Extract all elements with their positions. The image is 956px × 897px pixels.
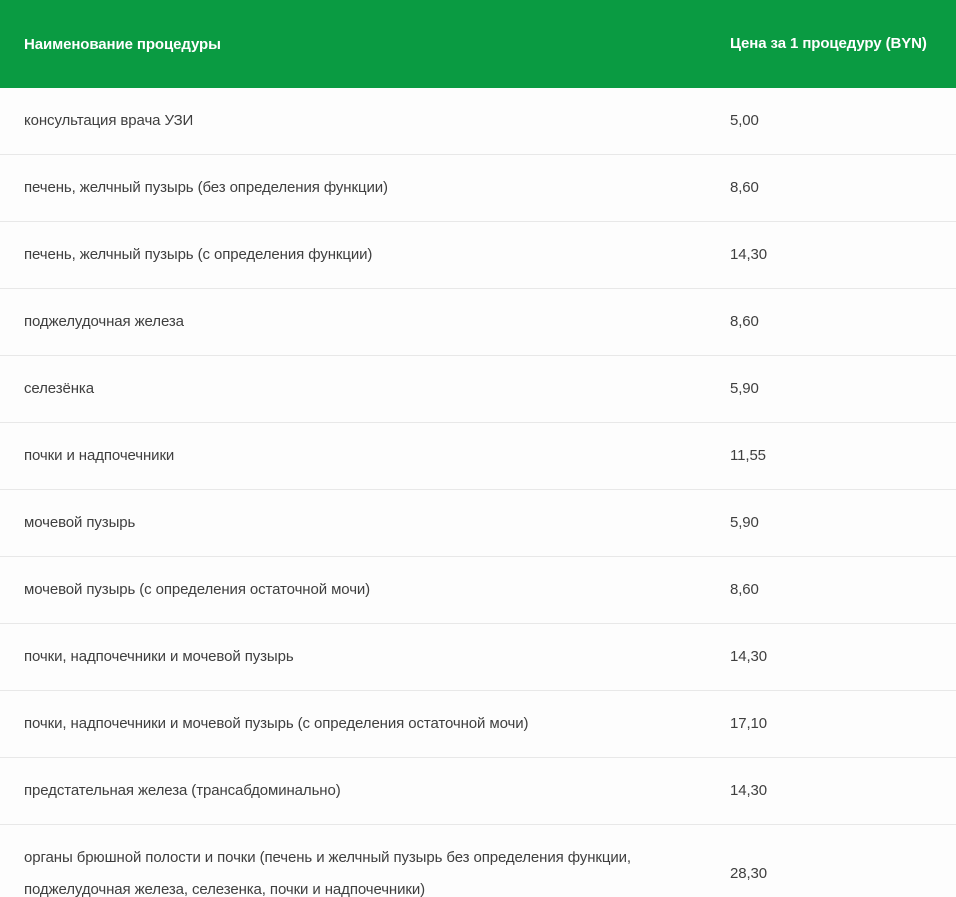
procedure-price: 5,90 (730, 375, 956, 403)
procedure-price: 17,10 (730, 710, 956, 738)
procedure-price: 11,55 (730, 442, 956, 470)
procedure-price: 28,30 (730, 860, 956, 888)
procedure-name: почки и надпочечники (0, 440, 730, 472)
procedure-name: консультация врача УЗИ (0, 105, 730, 137)
procedure-price: 5,00 (730, 107, 956, 135)
table-row: почки и надпочечники 11,55 (0, 423, 956, 490)
table-row: мочевой пузырь (с определения остаточной… (0, 557, 956, 624)
table-row: печень, желчный пузырь (с определения фу… (0, 222, 956, 289)
procedure-name: органы брюшной полости и почки (печень и… (0, 842, 730, 897)
table-row: поджелудочная железа 8,60 (0, 289, 956, 356)
procedure-name: поджелудочная железа (0, 306, 730, 338)
header-procedure-name-label: Наименование процедуры (0, 29, 730, 60)
procedure-name: почки, надпочечники и мочевой пузырь (0, 641, 730, 673)
procedure-price: 14,30 (730, 777, 956, 805)
table-row: почки, надпочечники и мочевой пузырь (с … (0, 691, 956, 758)
procedure-price: 14,30 (730, 241, 956, 269)
procedure-name: почки, надпочечники и мочевой пузырь (с … (0, 708, 730, 740)
procedure-name: предстательная железа (трансабдоминально… (0, 775, 730, 807)
procedure-name: печень, желчный пузырь (с определения фу… (0, 239, 730, 271)
table-row: органы брюшной полости и почки (печень и… (0, 825, 956, 897)
table-body: консультация врача УЗИ 5,00 печень, желч… (0, 88, 956, 897)
table-row: мочевой пузырь 5,90 (0, 490, 956, 557)
procedure-name: печень, желчный пузырь (без определения … (0, 172, 730, 204)
procedure-price: 14,30 (730, 643, 956, 671)
procedure-price: 8,60 (730, 308, 956, 336)
procedure-price: 5,90 (730, 509, 956, 537)
table-header-row: Наименование процедуры Цена за 1 процеду… (0, 0, 956, 88)
procedure-name: мочевой пузырь (0, 507, 730, 539)
procedure-name: мочевой пузырь (с определения остаточной… (0, 574, 730, 606)
procedure-price: 8,60 (730, 174, 956, 202)
header-price-label: Цена за 1 процедуру (BYN) (730, 30, 956, 58)
procedure-name: селезёнка (0, 373, 730, 405)
procedure-price: 8,60 (730, 576, 956, 604)
price-table: Наименование процедуры Цена за 1 процеду… (0, 0, 956, 897)
table-row: консультация врача УЗИ 5,00 (0, 88, 956, 155)
table-row: предстательная железа (трансабдоминально… (0, 758, 956, 825)
table-row: селезёнка 5,90 (0, 356, 956, 423)
table-row: печень, желчный пузырь (без определения … (0, 155, 956, 222)
table-row: почки, надпочечники и мочевой пузырь 14,… (0, 624, 956, 691)
